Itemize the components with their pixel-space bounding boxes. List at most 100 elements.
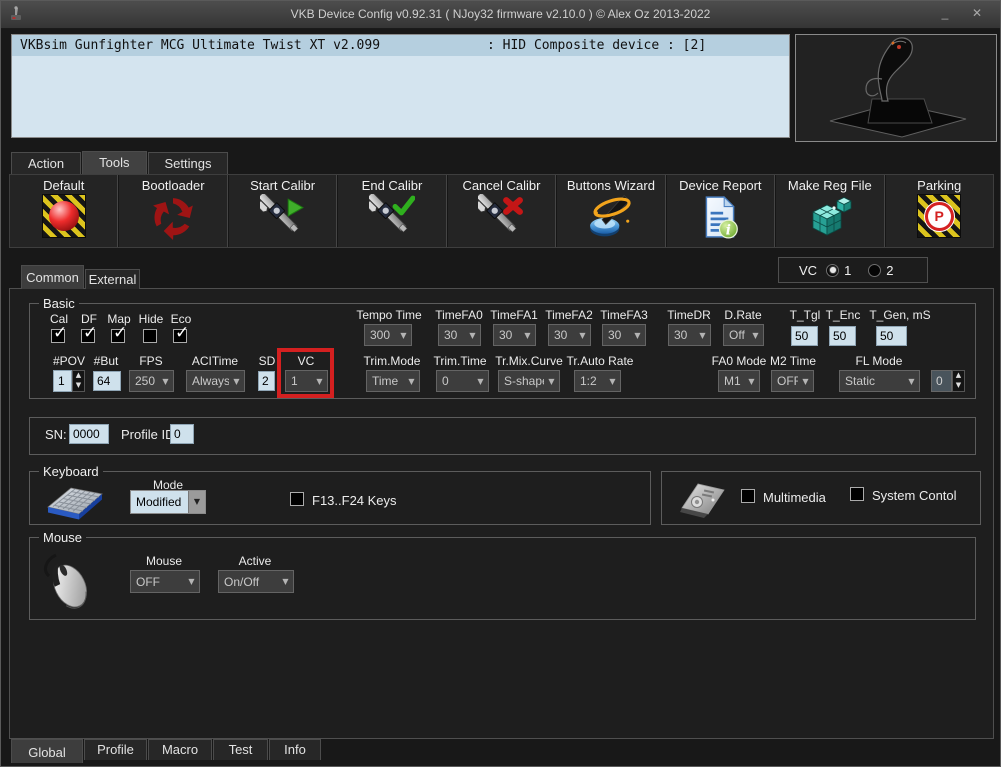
hide-checkbox-label: Hide <box>138 312 164 326</box>
vc-selector-label: VC <box>799 262 818 278</box>
keyboard-group-legend: Keyboard <box>39 464 103 479</box>
buttons-wizard-button[interactable]: Buttons Wizard <box>556 175 666 247</box>
timefa3-value: 30 <box>608 328 622 342</box>
cancel-calibr-button[interactable]: Cancel Calibr <box>446 175 557 247</box>
tr-auto-rate-select[interactable]: 1:2 ▼ <box>574 370 621 392</box>
tr-auto-rate-value: 1:2 <box>580 374 597 388</box>
spinner-arrows-icon[interactable]: ▲ ▼ <box>952 370 965 392</box>
tab-action[interactable]: Action <box>11 152 82 174</box>
t-tgl-label: T_Tgl <box>789 308 821 322</box>
tab-profile[interactable]: Profile <box>84 739 147 760</box>
m2-time-label: M2 Time <box>769 354 817 368</box>
t-enc-input[interactable] <box>829 326 856 346</box>
vc1-radio[interactable] <box>826 263 840 277</box>
make-reg-file-button[interactable]: Make Reg File <box>775 175 885 247</box>
tab-global[interactable]: Global <box>11 739 83 763</box>
tab-external[interactable]: External <box>85 269 140 289</box>
tempo-time-value: 300 <box>370 328 391 342</box>
fl-mode-select[interactable]: Static ▼ <box>839 370 920 392</box>
chevron-down-icon: ▼ <box>316 376 323 386</box>
chevron-down-icon: ▼ <box>524 330 531 340</box>
tab-tools[interactable]: Tools <box>82 151 147 174</box>
trim-time-select[interactable]: 0 ▼ <box>436 370 489 392</box>
m2-time-select[interactable]: OFF ▼ <box>771 370 814 392</box>
tab-test[interactable]: Test <box>213 739 268 760</box>
tr-mix-curve-label: Tr.Mix.Curve <box>495 354 563 368</box>
chevron-down-icon: ▼ <box>802 376 809 386</box>
tab-common[interactable]: Common <box>21 265 84 289</box>
tab-info[interactable]: Info <box>269 739 321 760</box>
d-rate-select[interactable]: Off ▼ <box>723 324 764 346</box>
t-tgl-input[interactable] <box>791 326 818 346</box>
trim-mode-value: Time <box>372 374 399 388</box>
fl-mode-label: FL Mode <box>855 354 903 368</box>
but-input[interactable] <box>93 371 121 391</box>
eco-checkbox[interactable] <box>173 323 189 343</box>
bootloader-button[interactable]: Bootloader <box>118 175 228 247</box>
t-enc-label: T_Enc <box>825 308 861 322</box>
spinner-arrows-icon[interactable]: ▲ ▼ <box>72 370 85 392</box>
bootloader-button-label: Bootloader <box>141 178 205 193</box>
timefa2-select[interactable]: 30 ▼ <box>548 324 591 346</box>
trim-mode-select[interactable]: Time ▼ <box>366 370 420 392</box>
fps-label: FPS <box>139 354 163 368</box>
mouse-active-value: On/Off <box>224 574 260 589</box>
fa0-mode-select[interactable]: M1 ▼ <box>718 370 760 392</box>
f13-f24-checkbox[interactable] <box>290 492 304 506</box>
fl-value[interactable] <box>931 370 952 392</box>
default-button[interactable]: Default <box>10 175 119 247</box>
timefa2-label: TimeFA2 <box>545 308 593 322</box>
multimedia-checkbox[interactable] <box>741 489 755 503</box>
chevron-down-icon: ▼ <box>579 330 586 340</box>
hide-checkbox[interactable] <box>143 329 157 343</box>
chevron-down-icon: ▼ <box>699 330 706 340</box>
df-checkbox[interactable] <box>81 323 97 343</box>
parking-button[interactable]: Parking P <box>884 175 993 247</box>
tab-settings[interactable]: Settings <box>147 152 229 174</box>
timefa3-select[interactable]: 30 ▼ <box>602 324 646 346</box>
t-gen-label: T_Gen, mS <box>869 308 931 322</box>
cal-checkbox[interactable] <box>51 323 67 343</box>
sn-input[interactable] <box>69 424 109 444</box>
timefa0-value: 30 <box>444 328 458 342</box>
device-row-selected[interactable]: VKBsim Gunfighter MCG Ultimate Twist XT … <box>12 35 789 56</box>
media-group: Multimedia System Contol <box>661 471 981 525</box>
timefa2-value: 30 <box>554 328 568 342</box>
start-calibr-button[interactable]: Start Calibr <box>227 175 338 247</box>
mouse-active-select[interactable]: On/Off ▼ <box>218 570 294 593</box>
fps-select[interactable]: 250 ▼ <box>129 370 174 392</box>
close-button[interactable]: ✕ <box>964 6 990 23</box>
aci-time-select[interactable]: Always ▼ <box>186 370 245 392</box>
vc2-radio[interactable] <box>868 263 882 277</box>
device-name: VKBsim Gunfighter MCG Ultimate Twist XT … <box>20 38 381 53</box>
tempo-time-label: Tempo Time <box>356 308 422 322</box>
profile-id-input[interactable] <box>170 424 194 444</box>
pov-value[interactable] <box>53 370 72 392</box>
fa0-mode-value: M1 <box>724 374 741 388</box>
tab-macro[interactable]: Macro <box>148 739 212 760</box>
f13-f24-checkbox-label: F13..F24 Keys <box>312 493 397 508</box>
timefa1-select[interactable]: 30 ▼ <box>493 324 536 346</box>
tempo-time-select[interactable]: 300 ▼ <box>364 324 412 346</box>
t-gen-input[interactable] <box>876 326 907 346</box>
sd-input[interactable] <box>258 371 275 391</box>
tr-mix-curve-select[interactable]: S-shape ▼ <box>498 370 560 392</box>
pov-spinner[interactable]: ▲▼ <box>53 370 85 392</box>
chevron-down-icon: ▼ <box>548 376 555 386</box>
minimize-button[interactable]: _ <box>932 6 958 23</box>
timedr-select[interactable]: 30 ▼ <box>668 324 711 346</box>
mouse-mode-select[interactable]: OFF ▼ <box>130 570 200 593</box>
device-report-button[interactable]: Device Report i <box>665 175 776 247</box>
svg-text:i: i <box>726 222 731 238</box>
hazard-red-ball-icon <box>41 194 87 240</box>
map-checkbox[interactable] <box>111 323 127 343</box>
fl-value-spinner[interactable]: ▲▼ <box>931 370 965 392</box>
timefa0-select[interactable]: 30 ▼ <box>438 324 481 346</box>
buttons-wizard-button-label: Buttons Wizard <box>566 178 655 193</box>
trim-time-value: 0 <box>442 374 449 388</box>
document-info-icon: i <box>697 194 743 240</box>
system-control-checkbox[interactable] <box>850 487 864 501</box>
keyboard-mode-select[interactable]: Modified ▼ <box>130 490 206 514</box>
vc-select[interactable]: 1 ▼ <box>285 370 328 392</box>
end-calibr-button[interactable]: End Calibr <box>337 175 447 247</box>
